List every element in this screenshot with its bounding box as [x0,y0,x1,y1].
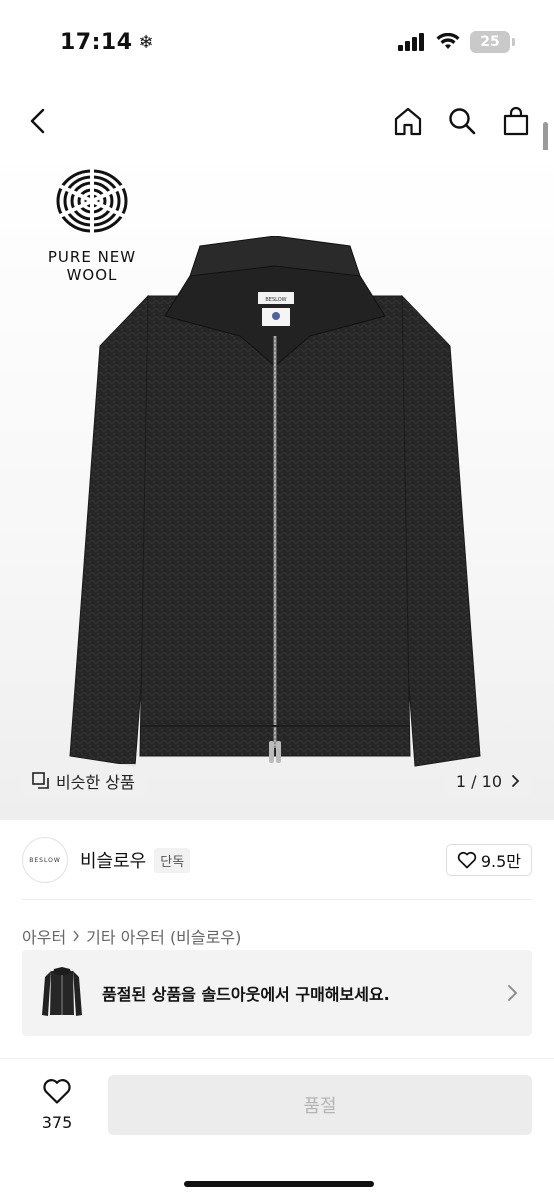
banner-thumbnail [36,963,88,1023]
battery-icon: 25 [470,31,515,53]
image-pager-text: 1 / 10 [455,771,502,791]
similar-products-button[interactable]: 비슷한 상품 [22,764,145,798]
search-button[interactable] [446,105,478,137]
soldout-banner[interactable]: 품절된 상품을 솔드아웃에서 구매해보세요. [22,950,532,1036]
back-button[interactable] [22,105,54,137]
divider [22,899,532,900]
status-time: 17:14 ❄ [60,30,154,55]
chevron-right-icon [512,775,520,787]
breadcrumb-level1[interactable]: 아우터 [22,924,66,948]
brand-like-button[interactable]: 9.5만 [445,844,532,876]
heart-icon [43,1079,71,1104]
search-icon [449,108,476,135]
brand-avatar-text: BESLOW [29,856,61,864]
battery-level: 25 [480,34,500,50]
breadcrumb: 아우터 기타 아우터 (비슬로우) [22,924,241,948]
heart-icon [457,851,477,869]
woolmark-icon [56,167,128,235]
chevron-right-icon [508,985,518,1001]
similar-products-label: 비슷한 상품 [56,773,135,792]
wishlist-button[interactable]: 375 [32,1077,82,1132]
wishlist-count: 375 [41,1113,73,1132]
wifi-icon [436,33,460,49]
home-indicator [184,1181,374,1187]
chevron-left-icon [30,108,45,134]
signal-icon [398,33,424,51]
chevron-right-icon [73,930,80,942]
soldout-button[interactable]: 품절 [108,1075,532,1135]
image-pager[interactable]: 1 / 10 [445,764,530,798]
status-indicators: 25 [398,31,515,53]
product-image: BESLOW [69,236,481,767]
snowflake-icon: ❄ [138,31,155,53]
nav-actions [392,105,532,137]
nav-bar [0,96,554,146]
breadcrumb-level2[interactable]: 기타 아우터 (비슬로우) [86,924,241,948]
shopping-bag-icon [503,106,529,136]
home-icon [394,107,422,136]
product-image-carousel[interactable]: PURE NEW WOOL BESLOW 비슷한 상품 1 / 10 [0,150,554,820]
brand-avatar[interactable]: BESLOW [22,837,68,883]
garment-label: BESLOW [265,297,286,303]
cart-button[interactable] [500,105,532,137]
brand-name[interactable]: 비슬로우 [80,847,146,873]
banner-text: 품절된 상품을 솔드아웃에서 구매해보세요. [102,985,390,1004]
home-button[interactable] [392,105,424,137]
exclusive-badge: 단독 [154,847,191,873]
product-thumbnail [42,967,82,1016]
brand-row: BESLOW 비슬로우 단독 9.5만 [22,836,532,884]
bottom-action-bar: 375 품절 [0,1058,554,1200]
similar-items-icon [32,772,49,789]
status-bar: 17:14 ❄ 25 [0,0,554,84]
brand-like-count: 9.5만 [480,852,521,871]
time-text: 17:14 [60,29,133,55]
